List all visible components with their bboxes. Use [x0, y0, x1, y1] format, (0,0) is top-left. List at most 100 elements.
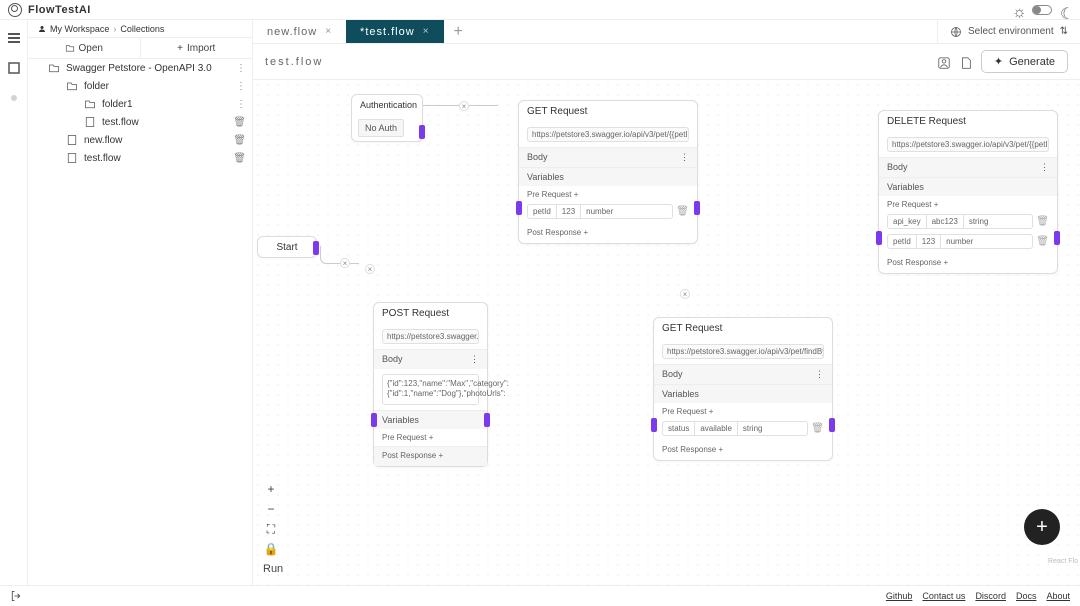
port-in[interactable] — [651, 418, 657, 432]
body-section[interactable]: Body⋮ — [519, 147, 697, 167]
body-content[interactable]: {"id":123,"name":"Max","category":{"id":… — [382, 374, 479, 405]
vars-section[interactable]: Variables — [654, 384, 832, 403]
node-auth[interactable]: Authentication No Auth — [351, 94, 423, 142]
add-icon[interactable]: + — [584, 228, 589, 237]
node-get2[interactable]: GET Request https://petstore3.swagger.io… — [653, 317, 833, 461]
edge-remove-icon[interactable]: × — [680, 289, 690, 299]
auth-select[interactable]: No Auth — [358, 119, 404, 137]
lock-button[interactable]: 🔒 — [263, 541, 279, 557]
environment-select[interactable]: Select environment ⇅ — [937, 20, 1080, 43]
port-out[interactable] — [829, 418, 835, 432]
footer-about[interactable]: About — [1046, 591, 1070, 601]
user-icon — [38, 25, 46, 33]
node-title: DELETE Request — [879, 111, 1057, 132]
trash-icon[interactable]: 🗑 — [1036, 236, 1049, 247]
close-icon[interactable]: × — [325, 26, 332, 37]
edge-remove-icon[interactable]: × — [459, 101, 469, 111]
collection-row[interactable]: Swagger Petstore - OpenAPI 3.0 ⋮ — [28, 59, 252, 77]
folder-row[interactable]: folder ⋮ — [28, 77, 252, 95]
port-in[interactable] — [876, 231, 882, 245]
sun-icon[interactable]: ☼ — [1012, 4, 1024, 16]
run-button[interactable]: Run — [263, 563, 283, 575]
file-icon[interactable] — [959, 56, 971, 68]
canvas[interactable]: × × Authentication No Auth Start GET Req… — [253, 80, 1080, 585]
import-button[interactable]: + Import — [141, 38, 253, 58]
edge-remove-icon[interactable]: × — [365, 264, 375, 274]
trash-icon[interactable]: 🗑 — [811, 423, 824, 434]
theme-toggle[interactable] — [1032, 5, 1052, 15]
trash-icon[interactable]: 🗑 — [233, 135, 246, 146]
testflow2-row[interactable]: test.flow 🗑 — [28, 149, 252, 167]
moon-icon[interactable]: ☾ — [1060, 4, 1072, 16]
rail-collections-icon[interactable] — [6, 30, 22, 46]
trash-icon[interactable]: 🗑 — [1036, 216, 1049, 227]
port-out[interactable] — [1054, 231, 1060, 245]
add-icon[interactable]: + — [934, 200, 939, 209]
footer-github[interactable]: Github — [886, 591, 913, 601]
rail-dot-icon[interactable] — [6, 90, 22, 106]
body-section[interactable]: Body⋮ — [879, 157, 1057, 177]
generate-button[interactable]: ✦ Generate — [981, 50, 1068, 73]
more-icon[interactable]: ⋮ — [236, 81, 246, 92]
tab-newflow[interactable]: new.flow × — [253, 20, 346, 43]
port-in[interactable] — [516, 201, 522, 215]
port-out[interactable] — [313, 241, 319, 255]
rail-box-icon[interactable] — [6, 60, 22, 76]
titlebar: FlowTestAI ☼ ☾ — [0, 0, 1080, 20]
footer-discord[interactable]: Discord — [975, 591, 1006, 601]
variable-row[interactable]: statusavailablestring — [662, 421, 808, 436]
port-out[interactable] — [419, 125, 425, 139]
flow-title: test.flow — [265, 56, 323, 68]
port-in[interactable] — [371, 413, 377, 427]
logout-icon[interactable] — [10, 590, 22, 602]
port-out[interactable] — [694, 201, 700, 215]
fit-view-button[interactable]: ⛶ — [263, 521, 279, 537]
zoom-out-button[interactable]: − — [263, 501, 279, 517]
more-icon[interactable]: ⋮ — [236, 63, 246, 74]
url-field[interactable]: https://petstore3.swagger.io/api/v3/pet/… — [527, 127, 689, 142]
body-section[interactable]: Body⋮ — [374, 349, 487, 369]
open-button[interactable]: Open — [28, 38, 141, 58]
open-label: Open — [79, 43, 103, 54]
variable-row[interactable]: petId123number — [527, 204, 673, 219]
zoom-in-button[interactable]: + — [263, 481, 279, 497]
body-section[interactable]: Body⋮ — [654, 364, 832, 384]
url-field[interactable]: https://petstore3.swagger.io/ap — [382, 329, 479, 344]
more-icon[interactable]: ⋮ — [236, 99, 246, 110]
newflow-row[interactable]: new.flow 🗑 — [28, 131, 252, 149]
trash-icon[interactable]: 🗑 — [233, 117, 246, 128]
add-icon[interactable]: + — [429, 433, 434, 442]
port-out[interactable] — [484, 413, 490, 427]
node-post[interactable]: POST Request https://petstore3.swagger.i… — [373, 302, 488, 467]
close-icon[interactable]: × — [423, 26, 430, 37]
tab-add-button[interactable]: + — [444, 20, 473, 43]
breadcrumb-collections[interactable]: Collections — [120, 24, 164, 34]
footer-contact[interactable]: Contact us — [922, 591, 965, 601]
add-icon[interactable]: + — [574, 190, 579, 199]
node-get1[interactable]: GET Request https://petstore3.swagger.io… — [518, 100, 698, 244]
add-icon[interactable]: + — [944, 258, 949, 267]
variable-row[interactable]: petId123number — [887, 234, 1033, 249]
variable-row[interactable]: api_keyabc123string — [887, 214, 1033, 229]
trash-icon[interactable]: 🗑 — [233, 153, 246, 164]
add-icon[interactable]: + — [709, 407, 714, 416]
profile-icon[interactable] — [937, 56, 949, 68]
testflow-row[interactable]: test.flow 🗑 — [28, 113, 252, 131]
url-field[interactable]: https://petstore3.swagger.io/api/v3/pet/… — [887, 137, 1049, 152]
import-label: Import — [187, 43, 215, 54]
trash-icon[interactable]: 🗑 — [676, 206, 689, 217]
edge-remove-icon[interactable]: × — [340, 258, 350, 268]
folder1-row[interactable]: folder1 ⋮ — [28, 95, 252, 113]
fab-add-node[interactable]: + — [1024, 509, 1060, 545]
url-field[interactable]: https://petstore3.swagger.io/api/v3/pet/… — [662, 344, 824, 359]
vars-section[interactable]: Variables — [879, 177, 1057, 196]
vars-section[interactable]: Variables — [374, 410, 487, 429]
add-icon[interactable]: + — [719, 445, 724, 454]
node-start[interactable]: Start — [257, 236, 317, 258]
node-delete[interactable]: DELETE Request https://petstore3.swagger… — [878, 110, 1058, 274]
breadcrumb-workspace[interactable]: My Workspace — [50, 24, 109, 34]
tab-testflow[interactable]: *test.flow × — [346, 20, 443, 43]
vars-section[interactable]: Variables — [519, 167, 697, 186]
add-icon[interactable]: + — [439, 451, 444, 460]
footer-docs[interactable]: Docs — [1016, 591, 1037, 601]
